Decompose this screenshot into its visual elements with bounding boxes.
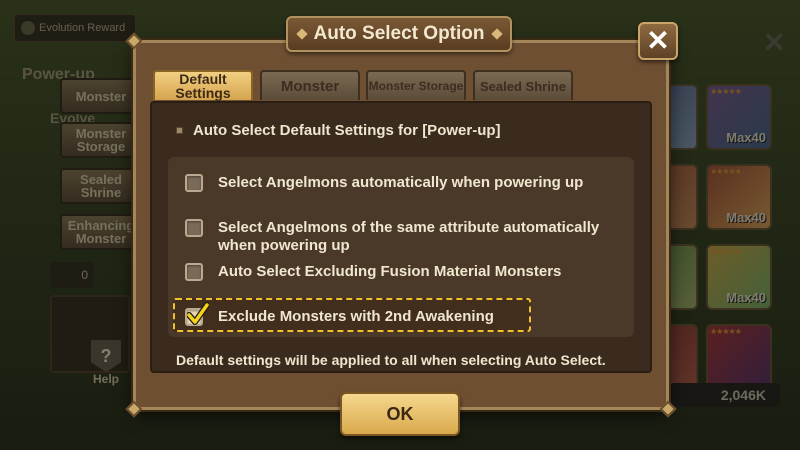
- checkbox-unchecked[interactable]: [185, 219, 203, 237]
- footnote-text: Default settings will be applied to all …: [176, 352, 606, 368]
- tab-default-settings[interactable]: Default Settings: [153, 70, 253, 100]
- option-label: Select Angelmons automatically when powe…: [218, 174, 584, 191]
- close-icon: ✕: [646, 25, 670, 56]
- option-angelmons-auto[interactable]: Select Angelmons automatically when powe…: [185, 174, 583, 192]
- tab-monster-storage[interactable]: Monster Storage: [366, 70, 466, 100]
- checkbox-unchecked[interactable]: [185, 174, 203, 192]
- option-label: Auto Select Excluding Fusion Material Mo…: [218, 263, 562, 280]
- checkbox-checked[interactable]: [185, 302, 209, 326]
- dialog-title: Auto Select Option: [313, 23, 485, 44]
- option-exclude-2nd-awakening[interactable]: Exclude Monsters with 2nd Awakening: [185, 302, 494, 326]
- tab-label: Monster Storage: [368, 79, 464, 93]
- tab-monster[interactable]: Monster: [260, 70, 360, 100]
- option-label: Select Angelmons of the same attribute a…: [218, 219, 600, 254]
- tab-label: Default Settings: [175, 71, 231, 101]
- checkmark-icon: [187, 302, 209, 325]
- tab-label: Monster: [280, 77, 340, 95]
- tab-sealed-shrine[interactable]: Sealed Shrine: [473, 70, 573, 100]
- option-exclude-fusion-material[interactable]: Auto Select Excluding Fusion Material Mo…: [185, 263, 561, 281]
- diamond-ornament-icon: [295, 28, 308, 40]
- ok-label: OK: [386, 404, 414, 424]
- option-angelmons-same-attribute[interactable]: Select Angelmons of the same attribute a…: [185, 219, 625, 255]
- checkbox-unchecked[interactable]: [185, 263, 203, 281]
- settings-header-label: Auto Select Default Settings for [Power-…: [193, 122, 501, 139]
- option-label: Exclude Monsters with 2nd Awakening: [218, 308, 494, 325]
- diamond-ornament-icon: [490, 28, 503, 40]
- ok-button[interactable]: OK: [340, 392, 460, 436]
- tab-label: Sealed Shrine: [480, 78, 566, 94]
- close-button[interactable]: ✕: [638, 22, 678, 60]
- bullet-icon: [176, 127, 183, 134]
- dialog-title-plate: Auto Select Option: [286, 16, 512, 52]
- settings-header: Auto Select Default Settings for [Power-…: [176, 122, 501, 139]
